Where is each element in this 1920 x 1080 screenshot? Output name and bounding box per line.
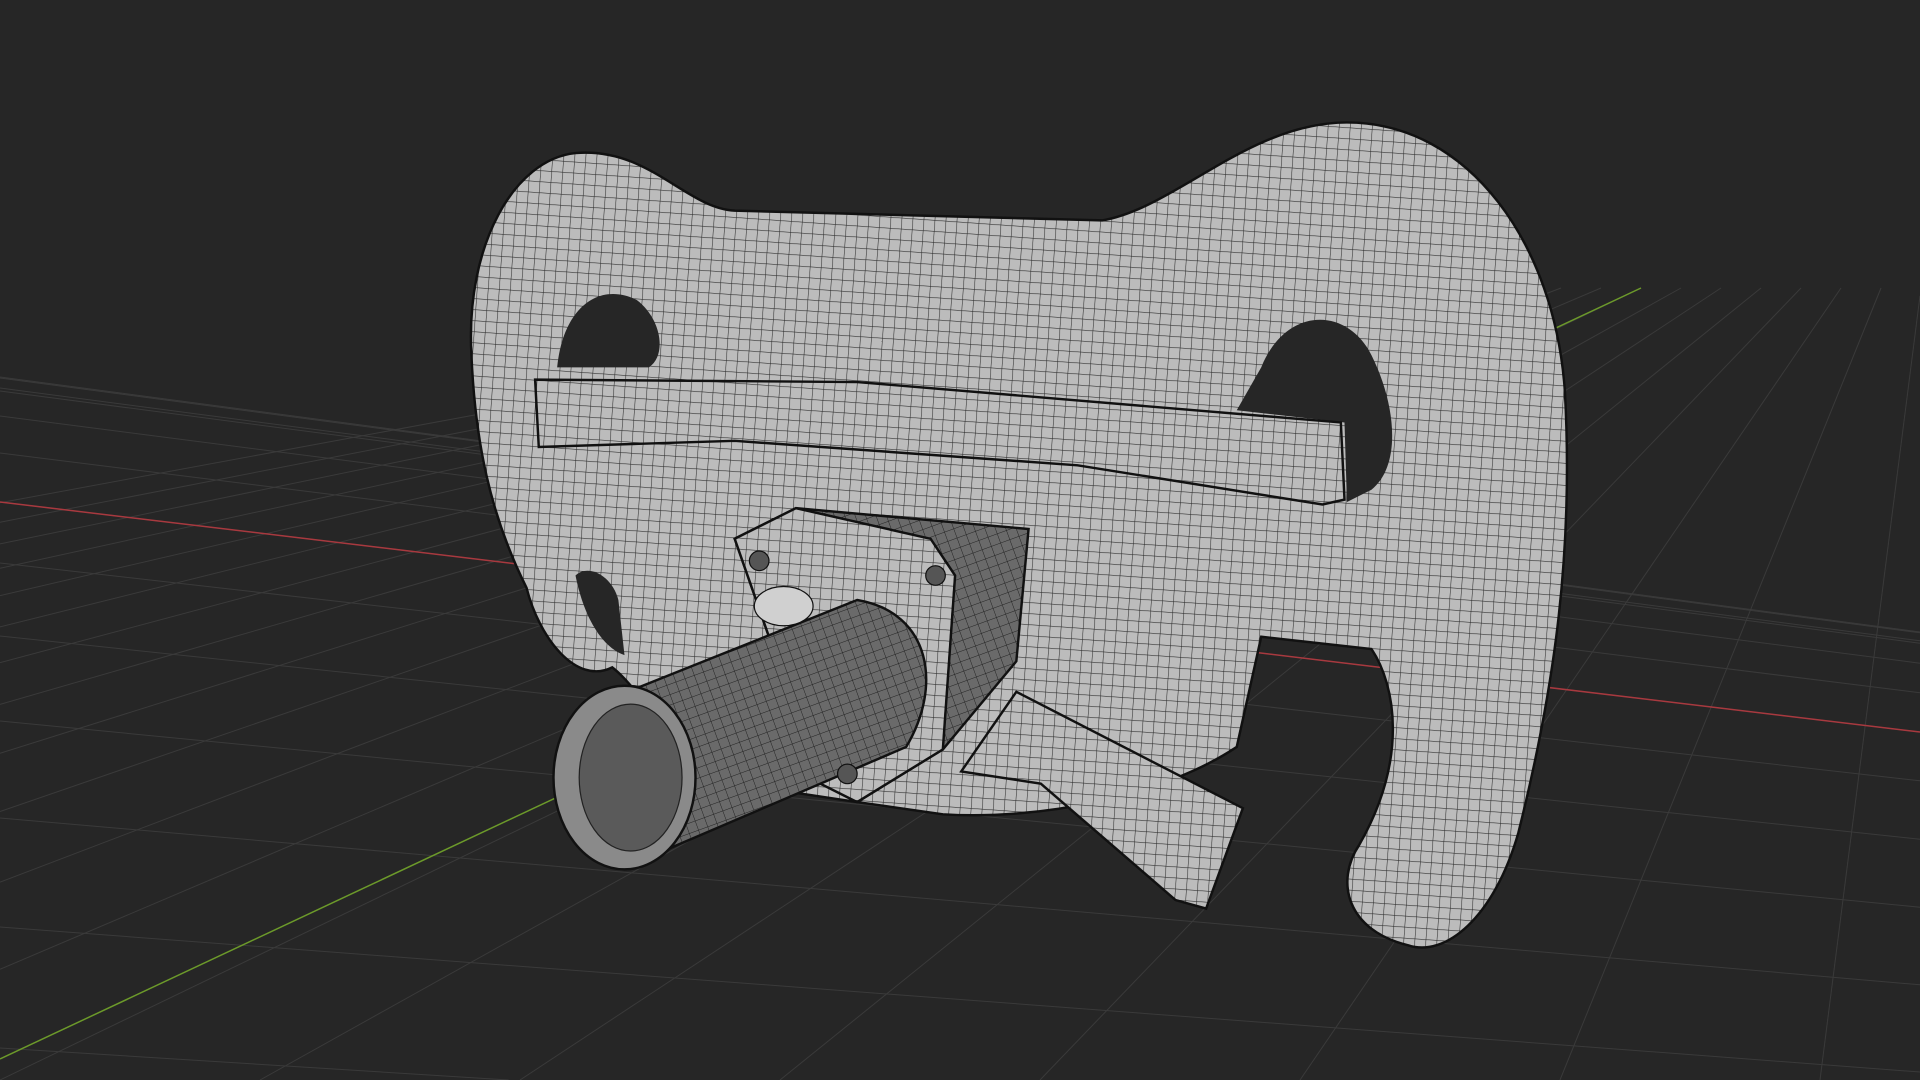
screw-icon xyxy=(836,763,858,785)
screw-icon xyxy=(748,550,770,572)
screw-icon xyxy=(925,565,946,586)
column-bore xyxy=(578,703,683,852)
hub-knob xyxy=(753,585,814,627)
3d-viewport[interactable] xyxy=(0,0,1920,1080)
viewport-canvas[interactable] xyxy=(0,0,1920,1080)
